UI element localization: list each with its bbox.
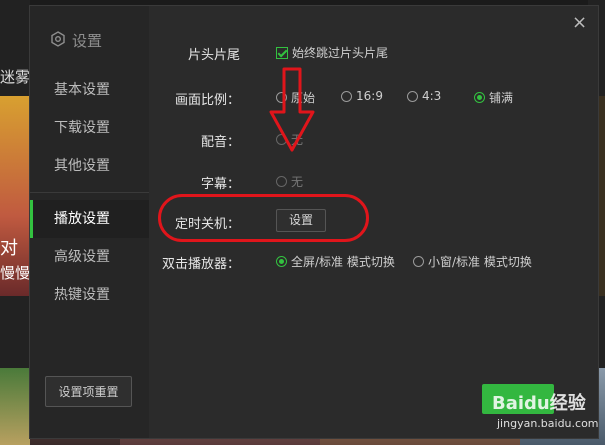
- radio-button[interactable]: [276, 176, 287, 187]
- bg-title-text: 迷雾: [0, 68, 31, 86]
- subtitle-option-label: 无: [291, 175, 304, 189]
- watermark-url: jingyan.baidu.com: [497, 417, 599, 430]
- sidebar-divider: [30, 192, 149, 193]
- dialog-title: 设置: [50, 30, 102, 51]
- ratio-option-fill[interactable]: 铺满: [474, 89, 513, 106]
- radio-button[interactable]: [407, 90, 418, 102]
- skip-checkbox-label: 始终跳过片头片尾: [292, 46, 389, 60]
- skip-checkbox-option[interactable]: 始终跳过片头片尾: [276, 44, 388, 61]
- subtitle-label: 字幕：: [200, 177, 240, 192]
- dblclick-option-label: 小窗/标准 模式切换: [428, 255, 532, 269]
- bg-title-text: 慢慢: [0, 264, 31, 282]
- radio-button-selected[interactable]: [276, 256, 287, 267]
- annotation-arrow-icon: [269, 67, 315, 152]
- reset-settings-button[interactable]: 设置项重置: [45, 376, 132, 407]
- ratio-option-label: 4:3: [422, 89, 442, 103]
- ratio-option-label: 16:9: [356, 89, 383, 103]
- radio-button[interactable]: [413, 256, 424, 267]
- dblclick-option-label: 全屏/标准 模式切换: [291, 255, 395, 269]
- ratio-option-16-9[interactable]: 16:9: [341, 89, 383, 103]
- dblclick-option-miniwindow[interactable]: 小窗/标准 模式切换: [413, 253, 532, 270]
- settings-dialog: 设置 基本设置 下载设置 其他设置 播放设置 高级设置 热键设置 设置项重置 ×…: [29, 5, 599, 439]
- watermark-logo: Baidu经验: [492, 393, 586, 414]
- radio-button-selected[interactable]: [474, 92, 485, 103]
- settings-icon: [50, 30, 66, 51]
- ratio-option-4-3[interactable]: 4:3: [407, 89, 441, 103]
- sidebar-item-hotkeys[interactable]: 热键设置: [30, 276, 149, 314]
- close-icon[interactable]: ×: [572, 12, 587, 33]
- subtitle-option-none[interactable]: 无: [276, 173, 303, 190]
- poster-thumbnail: [0, 368, 30, 445]
- dialog-title-text: 设置: [72, 32, 103, 50]
- dblclick-label: 双击播放器：: [161, 257, 240, 272]
- dblclick-option-fullscreen[interactable]: 全屏/标准 模式切换: [276, 253, 395, 270]
- skip-label: 片头片尾: [187, 48, 240, 63]
- bg-title-text: 对: [0, 238, 18, 259]
- radio-button[interactable]: [341, 90, 352, 102]
- ratio-option-label: 铺满: [489, 91, 514, 105]
- skip-checkbox[interactable]: [276, 46, 288, 59]
- audio-label: 配音：: [200, 135, 240, 150]
- annotation-highlight: [158, 194, 369, 242]
- ratio-label: 画面比例：: [174, 93, 240, 108]
